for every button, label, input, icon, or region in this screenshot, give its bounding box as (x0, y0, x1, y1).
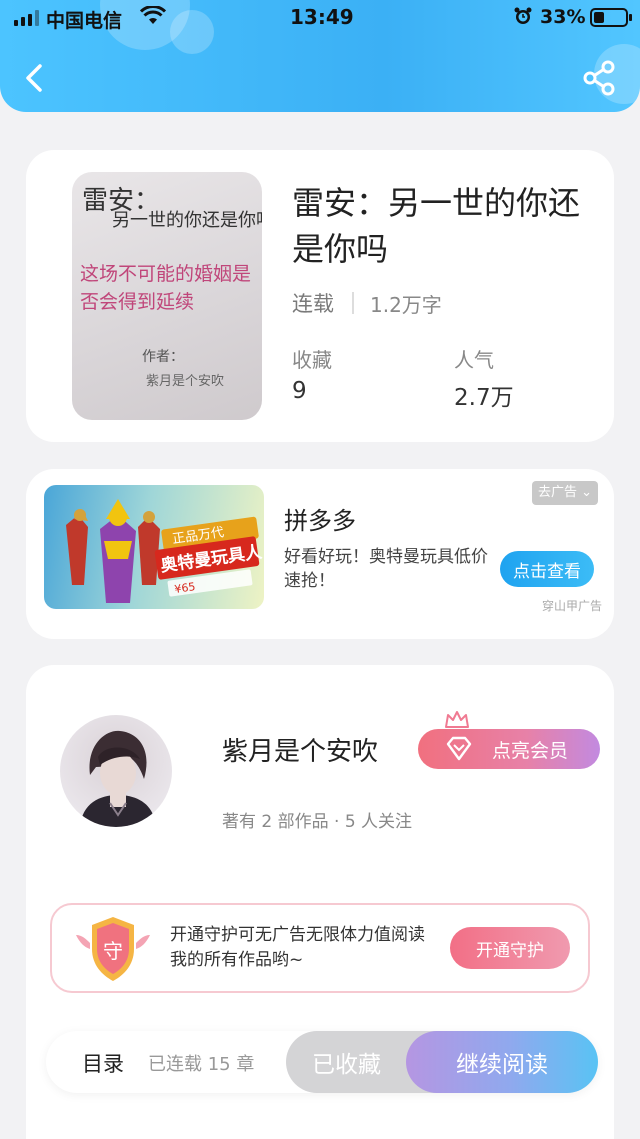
chapter-count: 已连载 15 章 (148, 1054, 255, 1075)
table-of-contents-button[interactable]: 目录 (82, 1048, 124, 1078)
crown-icon (445, 711, 469, 728)
book-meta: 连载 1.2万字 (292, 288, 442, 318)
battery-percent: 33% (540, 6, 586, 28)
share-button[interactable] (580, 58, 620, 98)
favorites-label: 收藏 (292, 348, 332, 372)
guard-shield-icon: 守 (76, 917, 150, 981)
clock-time: 13:49 (290, 5, 354, 29)
ad-source: 穿山甲广告 (542, 599, 603, 613)
avatar-figure (80, 730, 156, 827)
ad-card[interactable]: 正品万代 奥特曼玩具人 ¥65 去广告 ⌄ 拼多多 好看好玩！奥特曼玩具低价速抢… (26, 469, 614, 639)
chevron-left-icon (26, 64, 42, 92)
ad-image[interactable]: 正品万代 奥特曼玩具人 ¥65 (44, 485, 264, 609)
continue-reading-button[interactable]: 继续阅读 (406, 1031, 598, 1093)
signal-icon (14, 10, 39, 26)
battery-icon (590, 8, 632, 27)
vip-button-label: 点亮会员 (492, 739, 569, 762)
cover-text: 另一世的你还是你吗 (112, 210, 262, 231)
remove-ad-label: 去广告 (538, 485, 578, 500)
diamond-icon (446, 736, 472, 761)
ad-title: 拼多多 (284, 507, 356, 535)
ad-description: 好看好玩！奥特曼玩具低价速抢！ (284, 547, 488, 591)
guard-badge-text: 守 (103, 939, 123, 963)
header: 中国电信 13:49 33% (0, 0, 640, 112)
cover-text: 紫月是个安吹 (146, 374, 225, 389)
alarm-icon (513, 6, 533, 31)
author-avatar[interactable] (60, 715, 172, 827)
book-info-card: 雷安： 另一世的你还是你吗 这场不可能的婚姻是否会得到延续 作者： 紫月是个安吹… (26, 150, 614, 442)
activate-guard-button[interactable]: 开通守护 (450, 927, 570, 969)
status-bar: 中国电信 13:49 33% (0, 0, 640, 38)
favorites-value: 9 (292, 378, 307, 404)
cover-text: 这场不可能的婚姻是否会得到延续 (80, 263, 252, 313)
bottom-action-bar: 目录 已连载 15 章 已收藏 继续阅读 (46, 1031, 598, 1093)
word-count: 1.2万字 (370, 292, 442, 317)
guard-description: 开通守护可无广告无限体力值阅读我的所有作品哟~ (170, 925, 425, 970)
ad-view-button[interactable]: 点击查看 (500, 551, 594, 587)
remove-ad-button[interactable]: 去广告 ⌄ (532, 481, 599, 505)
ad-price-text: ¥65 (174, 580, 197, 596)
divider (352, 292, 354, 314)
back-button[interactable] (18, 60, 54, 96)
author-stats: 著有 2 部作品 · 5 人关注 (222, 812, 413, 832)
chevron-down-icon: ⌄ (581, 485, 593, 500)
carrier-name: 中国电信 (46, 10, 123, 32)
guard-promo: 守 开通守护可无广告无限体力值阅读我的所有作品哟~ 开通守护 (50, 903, 590, 993)
cover-text: 作者： (142, 349, 184, 365)
popularity-value: 2.7万 (454, 385, 514, 411)
book-status: 连载 (292, 292, 334, 316)
book-title: 雷安：另一世的你还是你吗 (292, 184, 581, 268)
book-cover[interactable]: 雷安： 另一世的你还是你吗 这场不可能的婚姻是否会得到延续 作者： 紫月是个安吹 (72, 172, 262, 420)
author-name: 紫月是个安吹 (222, 737, 379, 767)
share-icon (583, 60, 615, 96)
popularity-label: 人气 (454, 348, 494, 372)
wifi-icon (139, 5, 167, 31)
ad-figures: 正品万代 奥特曼玩具人 ¥65 (66, 499, 264, 603)
